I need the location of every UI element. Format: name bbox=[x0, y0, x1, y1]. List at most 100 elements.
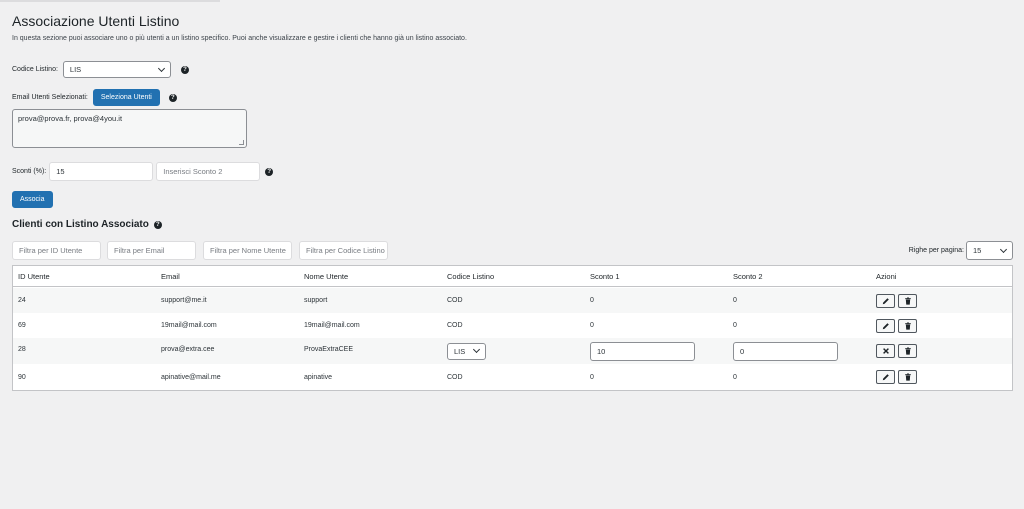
delete-button[interactable] bbox=[898, 370, 917, 384]
table-row: 24 support@me.it support COD 0 0 bbox=[13, 288, 1012, 313]
codice-listino-row: Codice Listino: LIS ? bbox=[12, 61, 189, 78]
chevron-down-icon bbox=[472, 345, 481, 354]
cell-actions bbox=[876, 288, 917, 313]
chevron-down-icon bbox=[999, 245, 1008, 253]
sconto2-row-input[interactable]: 0 bbox=[733, 341, 838, 361]
filter-codice-input[interactable]: Filtra per Codice Listino bbox=[299, 241, 388, 260]
edit-button[interactable] bbox=[876, 318, 895, 333]
codice-listino-row-value: LIS bbox=[454, 346, 466, 356]
cell-sconto2: 0 bbox=[733, 373, 737, 381]
email-utenti-row: Email Utenti Selezionati: Seleziona Uten… bbox=[12, 89, 177, 106]
trash-icon bbox=[904, 296, 911, 305]
sconti-row: Sconti (%): 15 Inserisci Sconto 2 ? bbox=[12, 162, 274, 181]
rows-per-page-select[interactable]: 15 bbox=[966, 241, 1013, 260]
cell-sconto1-edit: 10 bbox=[590, 338, 695, 364]
cell-sconto2: 0 bbox=[733, 322, 737, 329]
clients-title: Clienti con Listino Associato bbox=[12, 219, 149, 230]
sconti-label: Sconti (%): bbox=[12, 168, 47, 175]
cell-codice: COD bbox=[447, 322, 463, 329]
cell-sconto1: 0 bbox=[590, 373, 594, 381]
cell-sconto2-edit: 0 bbox=[733, 338, 838, 364]
column-header: Azioni bbox=[876, 271, 897, 281]
cell-actions bbox=[876, 364, 917, 390]
filter-email-input[interactable]: Filtra per Email bbox=[107, 241, 196, 260]
delete-button[interactable] bbox=[898, 318, 917, 333]
table-row: 90 apinative@mail.me apinative COD 0 0 bbox=[13, 364, 1012, 390]
cell-codice: COD bbox=[447, 297, 463, 304]
edit-button[interactable] bbox=[876, 293, 895, 308]
sconto1-row-value: 10 bbox=[597, 346, 606, 356]
table-row-editing: 28 prova@extra.cee ProvaExtraCEE LIS 10 … bbox=[13, 338, 1012, 364]
associa-button[interactable]: Associa bbox=[12, 191, 53, 208]
cell-id: 24 bbox=[18, 297, 26, 304]
pencil-icon bbox=[882, 297, 889, 304]
sconto1-input[interactable]: 15 bbox=[49, 162, 154, 181]
column-header[interactable]: Email bbox=[161, 266, 180, 286]
page-description: In questa sezione puoi associare uno o p… bbox=[12, 35, 467, 42]
column-header[interactable]: ID Utente bbox=[18, 266, 50, 286]
sconto2-row-value: 0 bbox=[740, 346, 745, 356]
clients-header: Clienti con Listino Associato ? bbox=[12, 219, 162, 230]
codice-listino-select[interactable]: LIS bbox=[62, 61, 171, 78]
column-header[interactable]: Nome Utente bbox=[304, 266, 348, 286]
cell-sconto2: 0 bbox=[733, 297, 737, 304]
sconto2-input[interactable]: Inserisci Sconto 2 bbox=[156, 162, 261, 181]
filters-row: Filtra per ID Utente Filtra per Email Fi… bbox=[12, 241, 1013, 260]
cell-email: 19mail@mail.com bbox=[161, 322, 217, 329]
cell-codice: COD bbox=[447, 373, 463, 381]
cell-codice-edit: LIS bbox=[447, 338, 486, 364]
question-circle-icon[interactable]: ? bbox=[153, 220, 162, 229]
email-utenti-label: Email Utenti Selezionati: bbox=[12, 94, 88, 101]
rows-per-page-value: 15 bbox=[973, 246, 982, 255]
cell-nome: apinative bbox=[304, 373, 333, 381]
cell-id: 69 bbox=[18, 322, 26, 329]
cell-email: prova@extra.cee bbox=[161, 346, 215, 353]
column-header[interactable]: Codice Listino bbox=[447, 266, 494, 286]
resize-handle-icon[interactable] bbox=[239, 140, 244, 145]
chevron-down-icon bbox=[157, 64, 165, 72]
sconto1-row-input[interactable]: 10 bbox=[590, 341, 695, 361]
question-circle-icon[interactable]: ? bbox=[265, 167, 274, 176]
column-header[interactable]: Sconto 2 bbox=[733, 266, 763, 286]
codice-listino-row-select[interactable]: LIS bbox=[447, 342, 486, 360]
table-row: 69 19mail@mail.com 19mail@mail.com COD 0… bbox=[13, 313, 1012, 338]
main-content: Associazione Utenti Listino In questa se… bbox=[12, 12, 1013, 391]
filter-nome-input[interactable]: Filtra per Nome Utente bbox=[203, 241, 292, 260]
cell-email: apinative@mail.me bbox=[161, 373, 221, 381]
cell-actions bbox=[876, 313, 917, 338]
filter-email-placeholder: Filtra per Email bbox=[114, 246, 165, 255]
cell-nome: ProvaExtraCEE bbox=[304, 346, 354, 353]
pencil-icon bbox=[882, 322, 889, 329]
seleziona-utenti-button[interactable]: Seleziona Utenti bbox=[92, 89, 160, 106]
cell-actions bbox=[876, 338, 917, 364]
clients-table: ID Utente Email Nome Utente Codice Listi… bbox=[12, 265, 1013, 391]
delete-button[interactable] bbox=[898, 344, 917, 358]
filter-id-placeholder: Filtra per ID Utente bbox=[19, 246, 83, 255]
sconto1-value: 15 bbox=[56, 167, 65, 176]
cancel-button[interactable] bbox=[876, 344, 895, 358]
email-utenti-textarea[interactable]: prova@prova.fr, prova@4you.it bbox=[12, 109, 247, 148]
email-utenti-value: prova@prova.fr, prova@4you.it bbox=[18, 114, 123, 123]
admin-top-strip bbox=[0, 0, 220, 2]
column-header[interactable]: Sconto 1 bbox=[590, 266, 620, 286]
cell-nome: support bbox=[304, 297, 328, 304]
pencil-icon bbox=[882, 374, 889, 381]
codice-listino-label: Codice Listino: bbox=[12, 66, 58, 73]
trash-icon bbox=[904, 321, 911, 330]
delete-button[interactable] bbox=[898, 293, 917, 308]
sconto2-placeholder: Inserisci Sconto 2 bbox=[163, 167, 223, 176]
question-circle-icon[interactable]: ? bbox=[180, 65, 189, 74]
rows-per-page-label: Righe per pagina: bbox=[908, 247, 964, 254]
close-icon bbox=[882, 348, 889, 354]
filter-nome-placeholder: Filtra per Nome Utente bbox=[210, 246, 286, 255]
associa-row: Associa bbox=[12, 191, 53, 208]
edit-button[interactable] bbox=[876, 370, 895, 384]
cell-sconto1: 0 bbox=[590, 322, 594, 329]
cell-id: 90 bbox=[18, 373, 26, 381]
page-title: Associazione Utenti Listino bbox=[12, 13, 180, 29]
question-circle-icon[interactable]: ? bbox=[168, 93, 177, 102]
filter-id-input[interactable]: Filtra per ID Utente bbox=[12, 241, 101, 260]
trash-icon bbox=[904, 347, 911, 355]
codice-listino-value: LIS bbox=[69, 65, 82, 74]
cell-id: 28 bbox=[18, 346, 26, 353]
